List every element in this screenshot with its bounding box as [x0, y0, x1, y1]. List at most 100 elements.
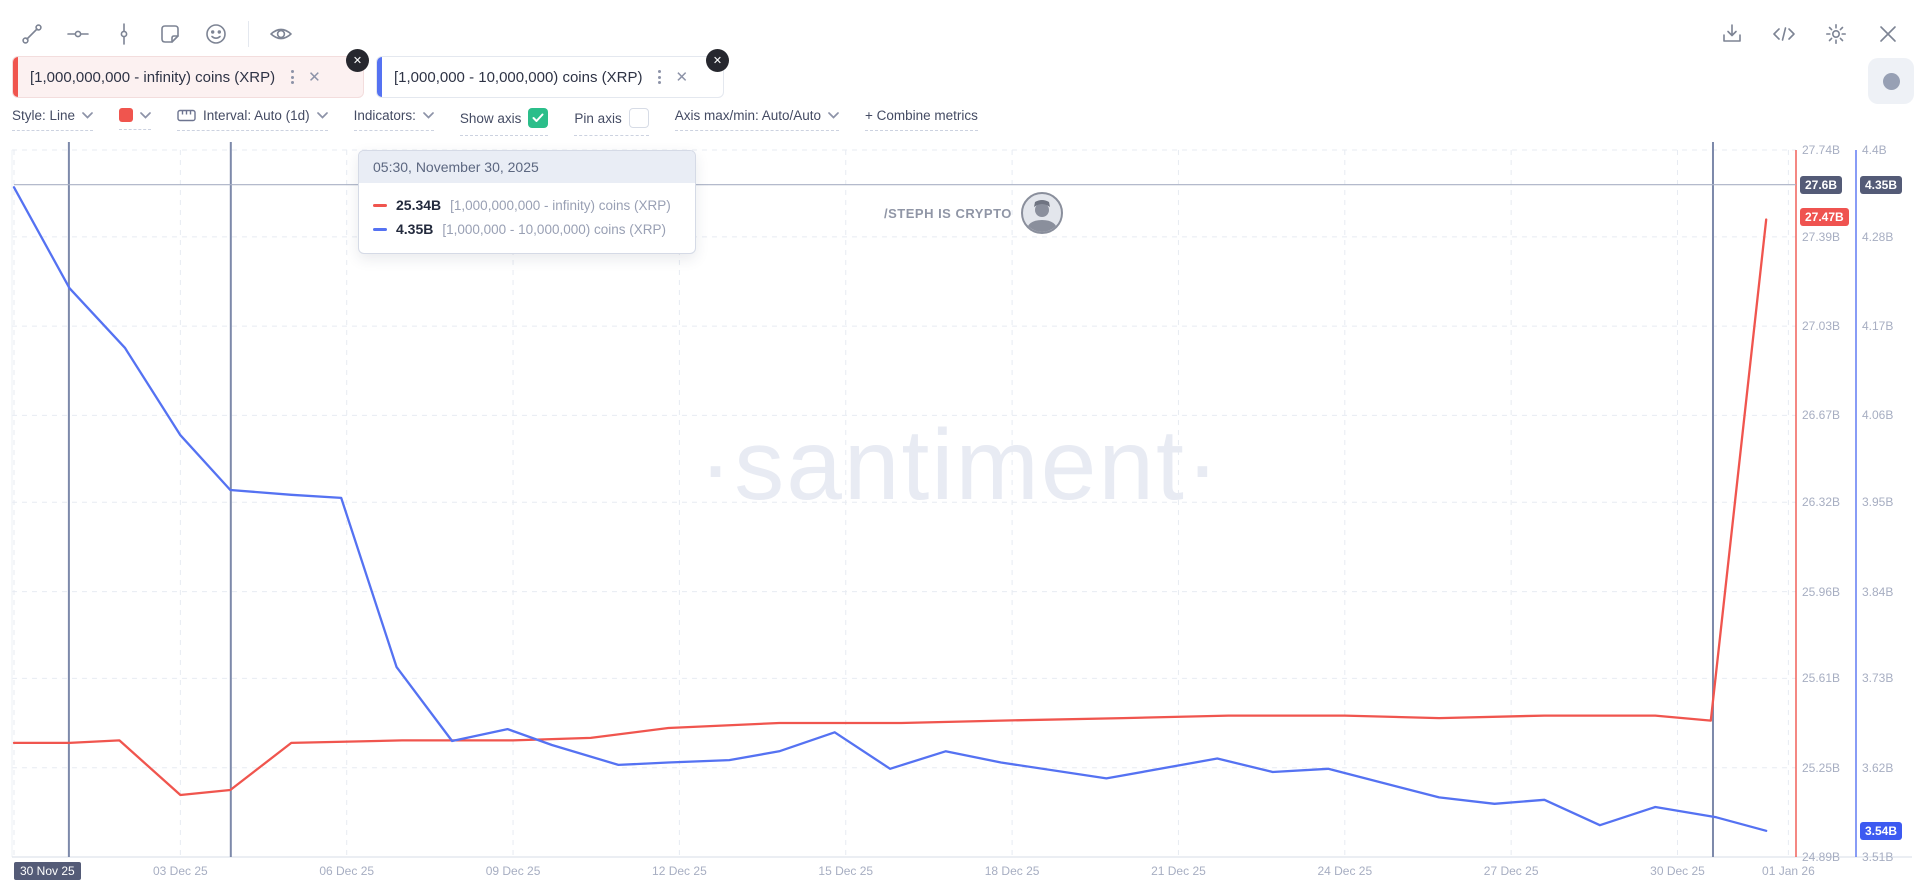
- author-avatar: [1020, 192, 1063, 234]
- blue-axis-tick: 4.06B: [1862, 408, 1894, 423]
- latest-red-value-badge: 27.47B: [1800, 207, 1849, 226]
- x-axis-date-tick: 27 Dec 25: [1483, 864, 1539, 878]
- tooltip-series-label: [1,000,000 - 10,000,000) coins (XRP): [442, 221, 666, 237]
- red-axis-tick: 26.67B: [1802, 408, 1841, 423]
- chevron-down-icon: [828, 112, 839, 119]
- axis-maxmin-selector[interactable]: Axis max/min: Auto/Auto: [674, 108, 840, 131]
- series-dash-icon: [373, 227, 387, 231]
- x-axis-date-badge: 30 Nov 25: [14, 862, 81, 880]
- x-axis-date-tick: 01 Jan 26: [1762, 864, 1815, 878]
- tab-close-icon[interactable]: ✕: [308, 68, 321, 86]
- toolbar-divider: [248, 21, 249, 47]
- red-axis-tick: 27.74B: [1802, 143, 1841, 157]
- tooltip-timestamp: 05:30, November 30, 2025: [359, 151, 695, 183]
- ruler-icon: [177, 109, 196, 122]
- settings-gear-icon[interactable]: [1818, 16, 1854, 52]
- note-tool-icon[interactable]: [152, 16, 188, 52]
- blue-axis-tick: 4.28B: [1862, 229, 1894, 244]
- show-axis-checkbox[interactable]: [528, 108, 549, 128]
- x-axis-date-tick: 24 Dec 25: [1317, 864, 1373, 878]
- metric-tab-red[interactable]: [1,000,000,000 - infinity) coins (XRP) ✕…: [12, 49, 369, 98]
- pin-axis-label: Pin axis: [574, 110, 622, 126]
- tooltip-body: 25.34B [1,000,000,000 - infinity) coins (…: [359, 183, 695, 253]
- x-axis-date-tick: 12 Dec 25: [652, 864, 707, 878]
- x-axis-date-tick: 30 Dec 25: [1650, 864, 1705, 878]
- kebab-menu-icon[interactable]: [287, 66, 298, 88]
- tooltip-series-label: [1,000,000,000 - infinity) coins (XRP): [450, 197, 671, 213]
- author-badge: /STEPH IS CRYPTO: [884, 192, 1063, 234]
- axis-maxmin-label: Axis max/min: Auto/Auto: [674, 108, 822, 123]
- embed-code-icon[interactable]: [1766, 16, 1802, 52]
- latest-blue-value-badge: 3.54B: [1860, 821, 1903, 840]
- crosshair-red-value-badge: 27.6B: [1800, 175, 1843, 194]
- red-axis-tick: 26.32B: [1802, 495, 1841, 510]
- red-axis-tick: 24.89B: [1802, 850, 1841, 864]
- metric-tab-label: [1,000,000,000 - infinity) coins (XRP): [30, 68, 276, 86]
- blue-axis-tick: 3.62B: [1862, 760, 1894, 775]
- indicators-selector[interactable]: Indicators:: [353, 108, 434, 131]
- x-axis-date-tick: 18 Dec 25: [984, 864, 1040, 878]
- blue-axis-tick: 3.84B: [1862, 584, 1894, 599]
- tab-accent-bar: [377, 57, 382, 97]
- chart-controls-row: Style: Line Interval: Auto (1d) Indicato…: [12, 108, 978, 136]
- download-icon[interactable]: [1714, 16, 1750, 52]
- chart-tooltip: 05:30, November 30, 2025 25.34B [1,000,00…: [358, 150, 696, 254]
- red-axis-tick: 27.39B: [1802, 229, 1841, 244]
- chevron-down-icon: [316, 112, 328, 119]
- combine-metrics-button[interactable]: + Combine metrics: [865, 108, 978, 131]
- color-selector[interactable]: [119, 108, 152, 130]
- hide-tools-eye-icon[interactable]: [263, 16, 299, 52]
- show-axis-toggle[interactable]: Show axis: [459, 108, 549, 136]
- chevron-down-icon: [140, 111, 151, 119]
- series-color-swatch: [119, 108, 134, 122]
- chart-actions-toolbar: [1714, 16, 1906, 52]
- chevron-down-icon: [423, 112, 434, 119]
- blue-axis-tick: 3.73B: [1862, 671, 1894, 686]
- interval-selector[interactable]: Interval: Auto (1d): [177, 108, 328, 131]
- horizontal-line-tool-icon[interactable]: [60, 16, 96, 52]
- tab-accent-bar: [13, 57, 18, 97]
- combine-metrics-label: + Combine metrics: [865, 108, 978, 123]
- show-axis-label: Show axis: [459, 110, 522, 126]
- author-name: /STEPH IS CRYPTO: [884, 205, 1012, 221]
- close-icon[interactable]: [1870, 16, 1906, 52]
- trend-line-tool-icon[interactable]: [14, 16, 50, 52]
- vertical-line-tool-icon[interactable]: [106, 16, 142, 52]
- chevron-down-icon: [82, 112, 93, 119]
- crosshair-blue-value-badge: 4.35B: [1860, 175, 1903, 194]
- pin-axis-checkbox[interactable]: [628, 108, 649, 128]
- kebab-menu-icon[interactable]: [654, 66, 665, 88]
- drawing-toolbar: [14, 16, 299, 52]
- blue-axis-tick: 3.95B: [1862, 495, 1894, 510]
- metric-tab-blue[interactable]: [1,000,000 - 10,000,000) coins (XRP) ✕ ✕: [376, 49, 729, 98]
- pin-axis-toggle[interactable]: Pin axis: [574, 108, 649, 136]
- x-axis-date-tick: 21 Dec 25: [1151, 864, 1206, 878]
- tooltip-series-row: 4.35B [1,000,000 - 10,000,000) coins (XRP…: [373, 217, 681, 241]
- tooltip-series-value: 4.35B: [396, 221, 434, 237]
- metric-tab-label: [1,000,000 - 10,000,000) coins (XRP): [394, 68, 643, 86]
- blue-axis-tick: 4.17B: [1862, 319, 1894, 334]
- indicators-label: Indicators:: [353, 108, 416, 123]
- dot-button[interactable]: [1868, 58, 1914, 104]
- series-dash-icon: [373, 203, 387, 207]
- dot-icon: [1882, 72, 1900, 90]
- tab-close-icon[interactable]: ✕: [675, 68, 688, 86]
- emoji-tool-icon[interactable]: [198, 16, 234, 52]
- tooltip-series-row: 25.34B [1,000,000,000 - infinity) coins (…: [373, 193, 681, 217]
- x-axis-date-tick: 09 Dec 25: [485, 864, 541, 878]
- x-axis-date-tick: 03 Dec 25: [152, 864, 208, 878]
- red-axis-tick: 25.61B: [1802, 671, 1841, 686]
- style-label: Style: Line: [12, 108, 76, 123]
- tab-remove-badge-icon[interactable]: ✕: [346, 49, 369, 72]
- tooltip-series-value: 25.34B: [396, 197, 442, 213]
- style-selector[interactable]: Style: Line: [12, 108, 94, 131]
- tab-remove-badge-icon[interactable]: ✕: [706, 49, 729, 72]
- red-axis-tick: 27.03B: [1802, 319, 1841, 334]
- x-axis-date-tick: 15 Dec 25: [818, 864, 874, 878]
- red-axis-tick: 25.96B: [1802, 584, 1841, 599]
- x-axis-date-tick: 06 Dec 25: [319, 864, 375, 878]
- blue-axis-tick: 4.4B: [1862, 143, 1887, 157]
- interval-label: Interval: Auto (1d): [203, 108, 310, 123]
- blue-axis-tick: 3.51B: [1862, 850, 1894, 864]
- red-axis-tick: 25.25B: [1802, 760, 1841, 775]
